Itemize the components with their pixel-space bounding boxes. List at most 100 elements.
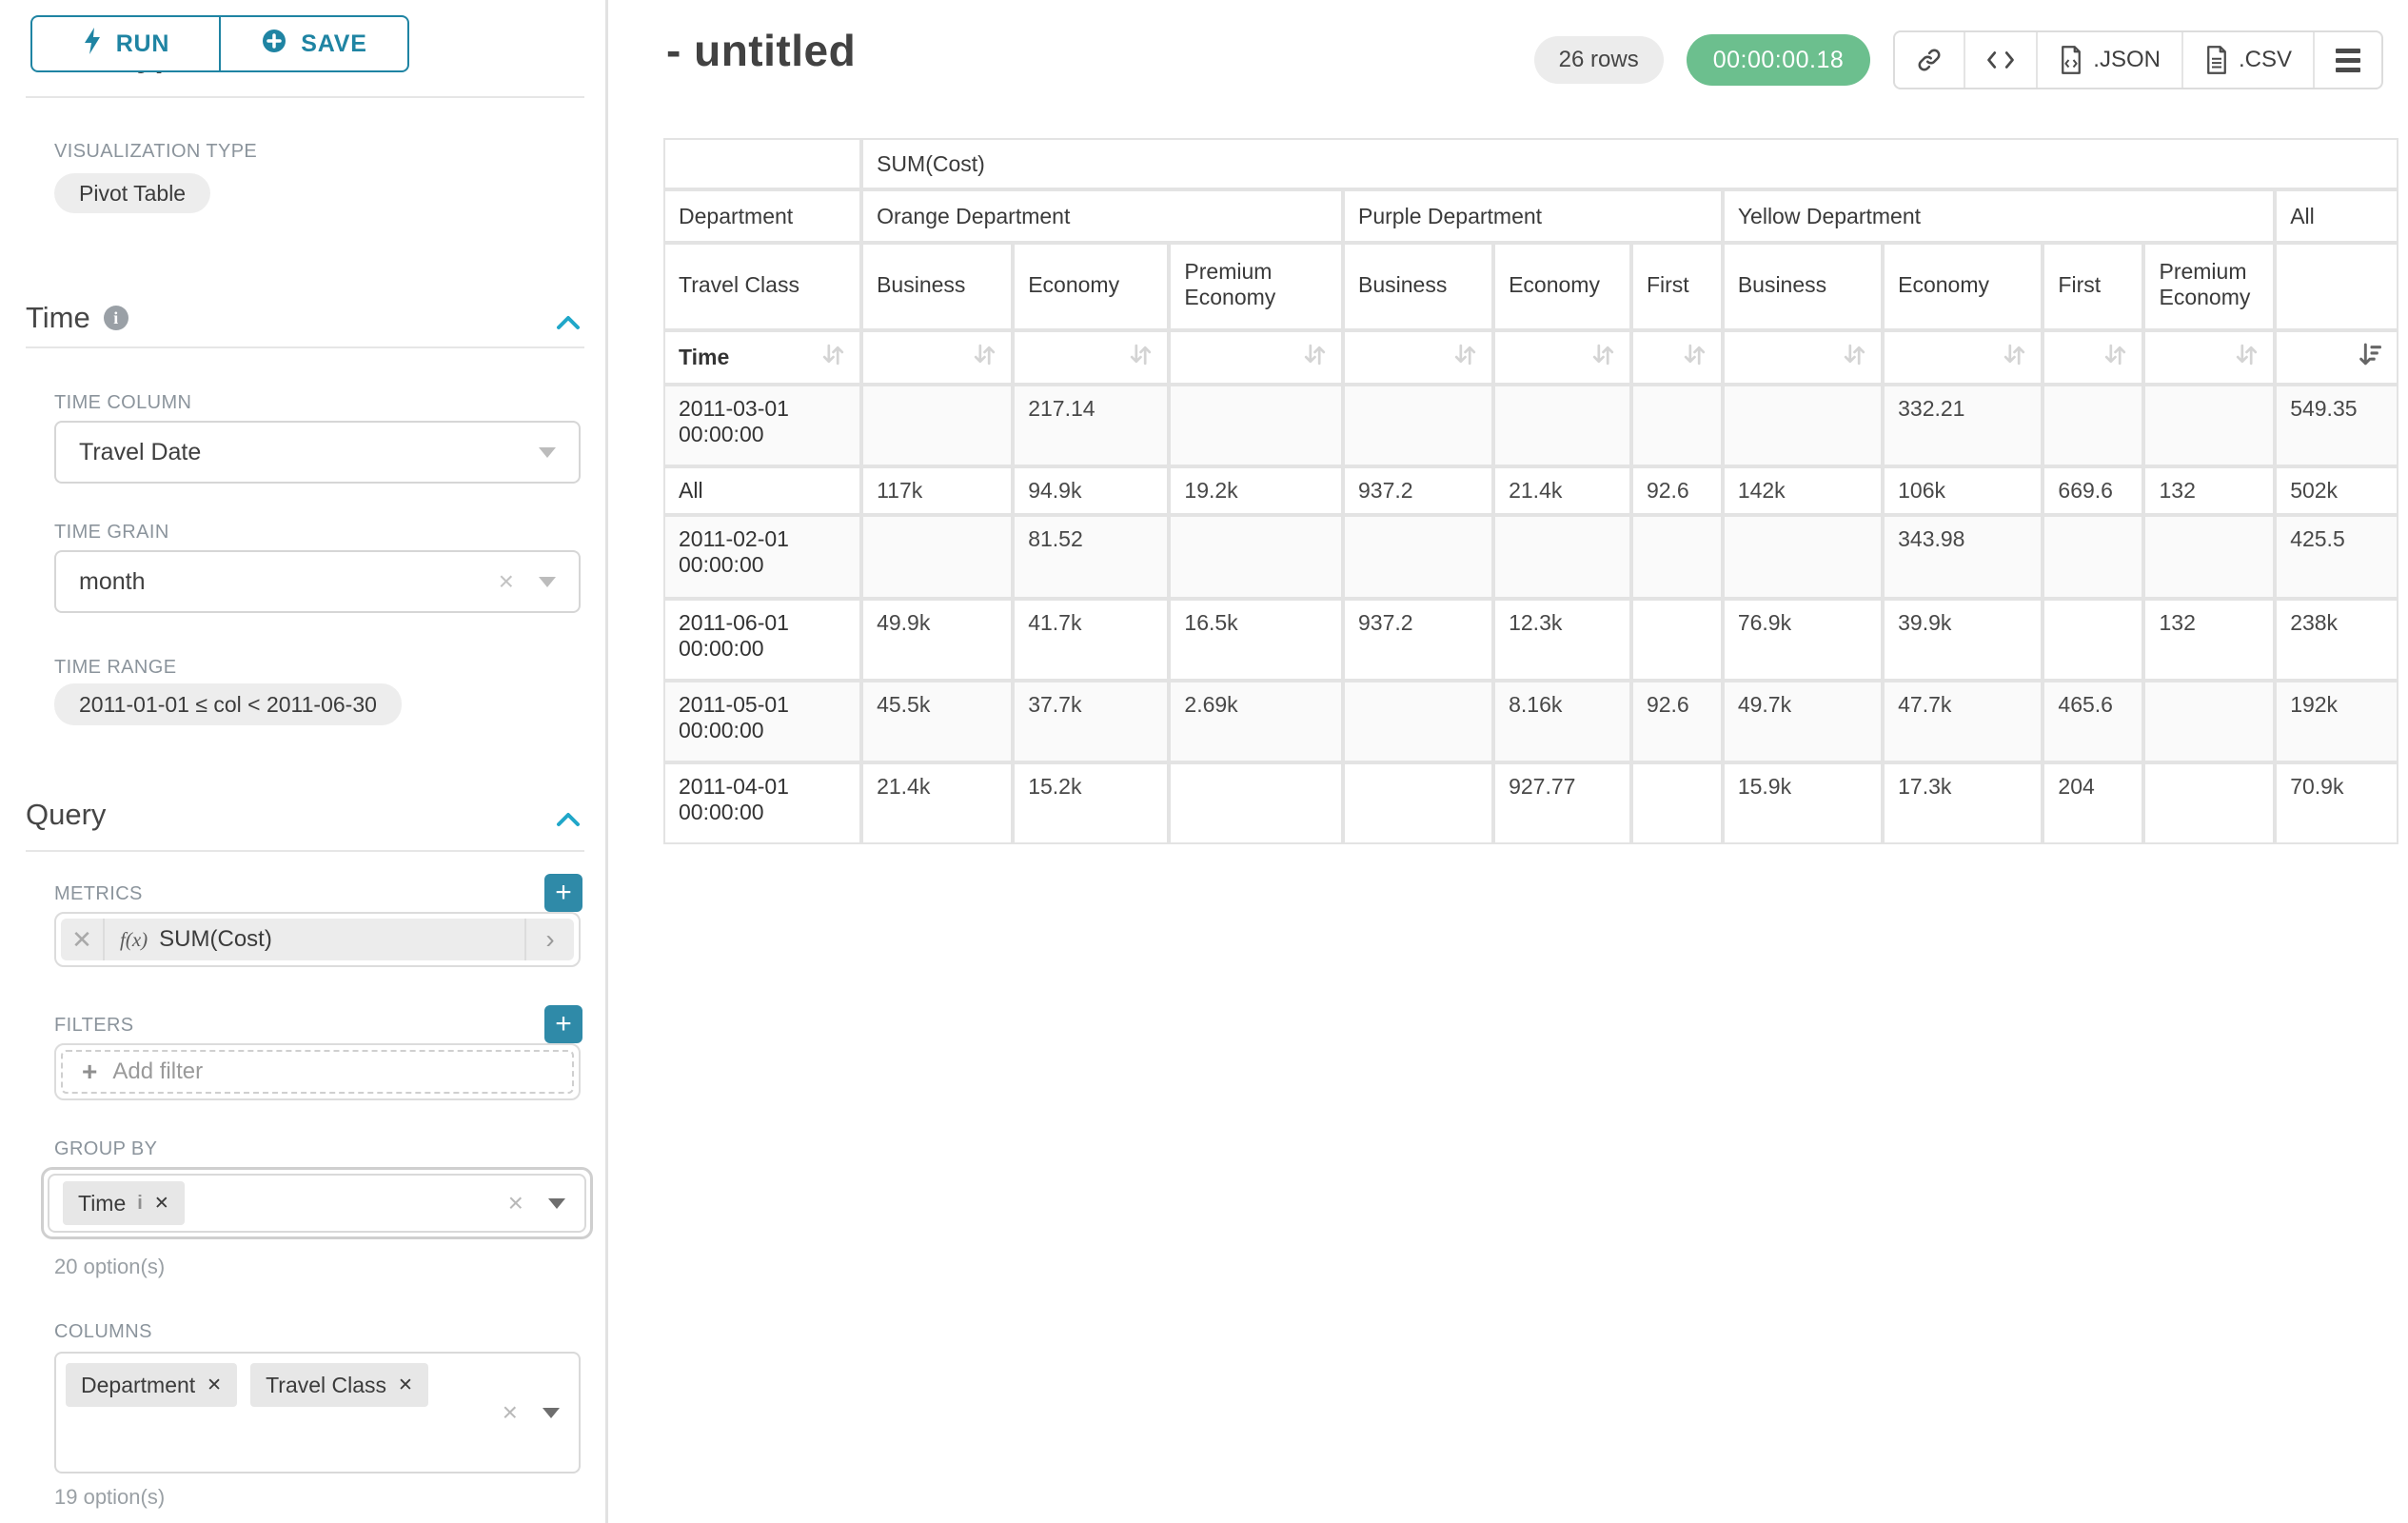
plus-circle-icon bbox=[261, 28, 287, 61]
columns-select[interactable]: Department✕ Travel Class✕ × bbox=[54, 1352, 581, 1474]
pivot-value-cell: 12.3k bbox=[1493, 599, 1631, 681]
pivot-corner-cell bbox=[663, 138, 861, 189]
time-grain-select[interactable]: month × bbox=[54, 550, 581, 613]
remove-tag-icon[interactable]: ✕ bbox=[398, 1375, 413, 1396]
divider bbox=[26, 346, 584, 348]
caret-down-icon[interactable] bbox=[543, 1408, 560, 1418]
view-query-button[interactable] bbox=[1964, 32, 2036, 88]
pivot-row-label: 2011-06-01 00:00:00 bbox=[663, 599, 861, 681]
pivot-value-cell bbox=[1343, 385, 1493, 466]
pivot-sort-header bbox=[1493, 330, 1631, 385]
control-panel-sidebar: Chart Type RUN SAVE VISUALIZATION TYPE P… bbox=[0, 0, 608, 1523]
link-icon bbox=[1916, 47, 1943, 73]
sort-toggle-icon[interactable] bbox=[1682, 342, 1707, 373]
export-csv-button[interactable]: .CSV bbox=[2181, 32, 2313, 88]
pivot-value-cell bbox=[2143, 515, 2275, 599]
more-options-button[interactable] bbox=[2313, 32, 2381, 88]
pivot-value-cell bbox=[1631, 599, 1723, 681]
viz-type-pill[interactable]: Pivot Table bbox=[54, 173, 210, 213]
pivot-sort-header bbox=[1883, 330, 2043, 385]
filters-label: FILTERS bbox=[54, 1015, 134, 1037]
sort-toggle-icon[interactable] bbox=[1842, 342, 1867, 373]
time-section-title: Time i bbox=[26, 301, 128, 335]
export-json-button[interactable]: .JSON bbox=[2036, 32, 2181, 88]
pivot-class-header: Economy bbox=[1013, 243, 1169, 330]
add-metric-button[interactable]: + bbox=[544, 874, 582, 912]
pivot-row-dimension-label: Department bbox=[663, 189, 861, 243]
pivot-value-cell: 132 bbox=[2143, 599, 2275, 681]
pivot-value-cell: 94.9k bbox=[1013, 466, 1169, 515]
add-filter-plus-button[interactable]: + bbox=[544, 1005, 582, 1043]
pivot-time-label: Time bbox=[679, 345, 820, 370]
sort-toggle-icon[interactable] bbox=[972, 342, 997, 373]
sort-toggle-icon[interactable] bbox=[1302, 342, 1328, 373]
group-by-options-hint: 20 option(s) bbox=[54, 1255, 165, 1279]
pivot-value-cell: 19.2k bbox=[1169, 466, 1343, 515]
columns-tag[interactable]: Travel Class✕ bbox=[250, 1363, 428, 1407]
pivot-value-cell: 41.7k bbox=[1013, 599, 1169, 681]
caret-down-icon bbox=[539, 447, 556, 458]
metric-pill[interactable]: ✕ f(x) SUM(Cost) › bbox=[61, 919, 574, 960]
caret-down-icon[interactable] bbox=[548, 1198, 565, 1209]
fx-icon: f(x) bbox=[120, 928, 148, 952]
sort-toggle-icon[interactable] bbox=[2002, 342, 2027, 373]
query-section-title-text: Query bbox=[26, 798, 106, 832]
time-collapse-chevron-icon[interactable] bbox=[554, 308, 582, 342]
pivot-value-cell bbox=[2143, 681, 2275, 762]
save-button[interactable]: SAVE bbox=[219, 17, 407, 70]
clear-icon[interactable]: × bbox=[508, 1188, 523, 1218]
json-file-icon bbox=[2059, 46, 2083, 74]
pivot-class-header: Business bbox=[1343, 243, 1493, 330]
sort-toggle-icon[interactable] bbox=[820, 342, 846, 373]
pivot-data-row: 2011-02-01 00:00:0081.52343.98425.5 bbox=[663, 515, 2398, 599]
sort-toggle-icon[interactable] bbox=[2234, 342, 2260, 373]
pivot-row-label: 2011-02-01 00:00:00 bbox=[663, 515, 861, 599]
pivot-sort-header bbox=[2275, 330, 2398, 385]
pivot-value-cell: 8.16k bbox=[1493, 681, 1631, 762]
time-column-select[interactable]: Travel Date bbox=[54, 421, 581, 484]
filters-control: + Add filter bbox=[54, 1043, 581, 1100]
csv-file-icon bbox=[2204, 46, 2229, 74]
pivot-value-cell bbox=[1493, 385, 1631, 466]
sort-descending-icon[interactable] bbox=[2358, 342, 2383, 373]
pivot-value-cell: 204 bbox=[2043, 762, 2143, 844]
pivot-value-cell: 927.77 bbox=[1493, 762, 1631, 844]
run-button[interactable]: RUN bbox=[32, 17, 219, 70]
pivot-value-cell: 16.5k bbox=[1169, 599, 1343, 681]
pivot-column-group-header: Purple Department bbox=[1343, 189, 1723, 243]
time-range-label: TIME RANGE bbox=[54, 657, 176, 679]
pivot-value-cell bbox=[1169, 515, 1343, 599]
sort-toggle-icon[interactable] bbox=[1452, 342, 1478, 373]
pivot-class-header: Economy bbox=[1493, 243, 1631, 330]
group-by-select[interactable]: Timei✕ × bbox=[48, 1174, 586, 1233]
pivot-col-dimension-label: Travel Class bbox=[663, 243, 861, 330]
viz-type-label: VISUALIZATION TYPE bbox=[54, 141, 257, 163]
pivot-value-cell: 37.7k bbox=[1013, 681, 1169, 762]
remove-metric-icon[interactable]: ✕ bbox=[61, 919, 105, 960]
query-collapse-chevron-icon[interactable] bbox=[554, 805, 582, 839]
pivot-value-cell bbox=[1493, 515, 1631, 599]
caret-down-icon bbox=[539, 577, 556, 587]
chart-title[interactable]: - untitled bbox=[666, 25, 856, 76]
sort-toggle-icon[interactable] bbox=[1128, 342, 1154, 373]
remove-tag-icon[interactable]: ✕ bbox=[154, 1193, 169, 1215]
pivot-class-header: Premium Economy bbox=[2143, 243, 2275, 330]
pivot-value-cell: 117k bbox=[861, 466, 1013, 515]
sort-toggle-icon[interactable] bbox=[2102, 342, 2128, 373]
remove-tag-icon[interactable]: ✕ bbox=[207, 1375, 222, 1396]
group-by-tag[interactable]: Timei✕ bbox=[63, 1181, 185, 1225]
add-filter-button[interactable]: + Add filter bbox=[61, 1050, 574, 1094]
clear-icon[interactable]: × bbox=[503, 1397, 518, 1428]
pivot-value-cell: 192k bbox=[2275, 681, 2398, 762]
chevron-right-icon[interactable]: › bbox=[524, 919, 574, 960]
sort-toggle-icon[interactable] bbox=[1590, 342, 1616, 373]
permalink-button[interactable] bbox=[1895, 32, 1964, 88]
pivot-value-cell: 47.7k bbox=[1883, 681, 2043, 762]
group-by-label: GROUP BY bbox=[54, 1138, 157, 1160]
pivot-value-cell bbox=[1343, 515, 1493, 599]
pivot-value-cell: 106k bbox=[1883, 466, 2043, 515]
columns-tag[interactable]: Department✕ bbox=[66, 1363, 237, 1407]
clear-icon[interactable]: × bbox=[499, 566, 514, 597]
time-range-pill[interactable]: 2011-01-01 ≤ col < 2011-06-30 bbox=[54, 683, 402, 725]
pivot-value-cell: 49.9k bbox=[861, 599, 1013, 681]
